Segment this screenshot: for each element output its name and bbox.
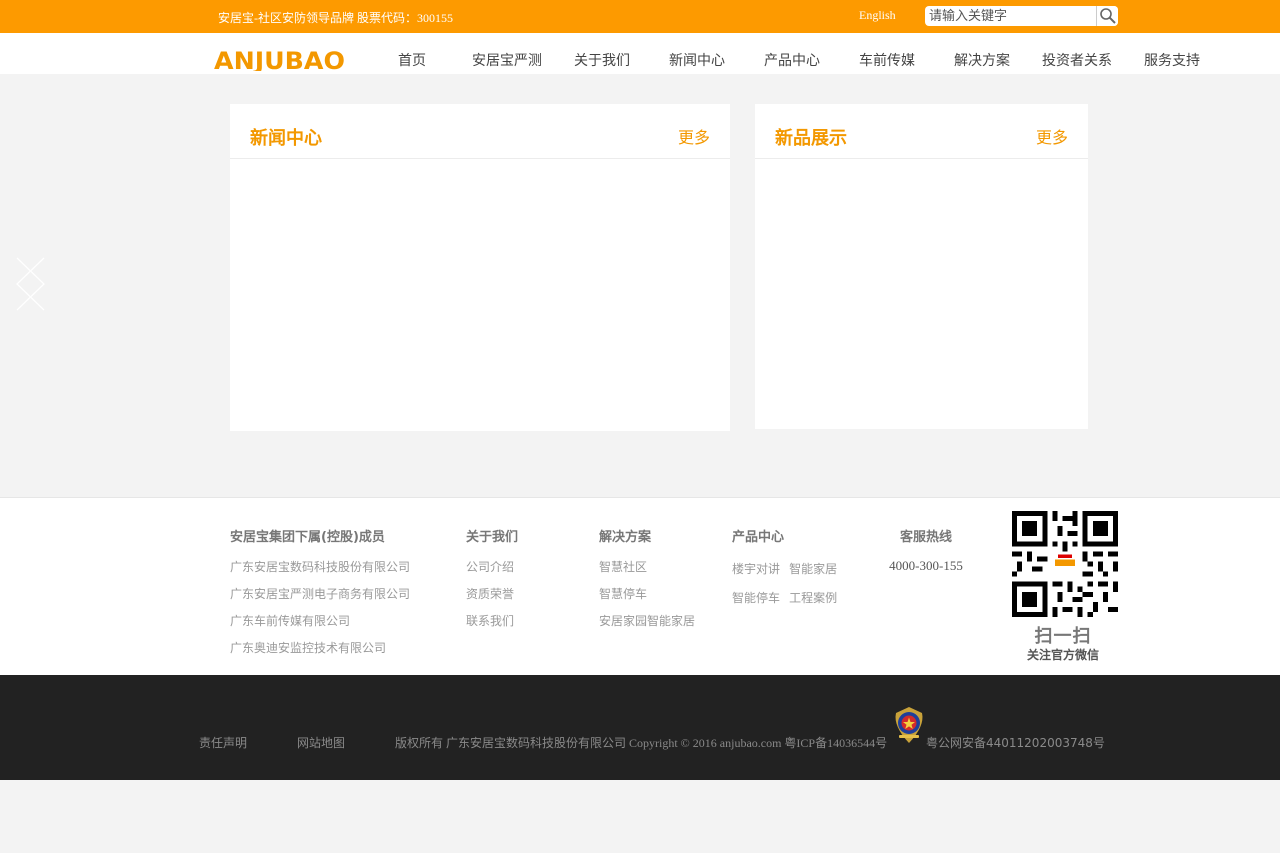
follow-wechat-text: 关注官方微信 <box>1026 648 1099 662</box>
news-center-title: 新闻中心 <box>250 128 322 149</box>
footer-link-aodian-monitoring[interactable]: 广东奥迪安监控技术有限公司 <box>230 639 410 656</box>
news-more-link[interactable]: 更多 <box>678 124 710 148</box>
slider-prev-arrow-icon[interactable] <box>15 256 46 312</box>
police-badge-icon[interactable] <box>891 706 927 744</box>
hotline-number: 4000-300-155 <box>889 558 963 573</box>
nav-investor-relations[interactable]: 投资者关系 <box>1042 50 1112 70</box>
disclaimer-link[interactable]: 责任声明 <box>199 734 247 751</box>
new-products-panel: 新品展示 更多 <box>755 104 1088 429</box>
nav-cheqian-media[interactable]: 车前传媒 <box>859 50 915 70</box>
footer-link-smart-home[interactable]: 安居家园智能家居 <box>599 612 695 629</box>
nav-service-support[interactable]: 服务支持 <box>1144 50 1200 70</box>
footer-link-cheqian-media[interactable]: 广东车前传媒有限公司 <box>230 612 410 629</box>
footer-link-building-intercom[interactable]: 楼宇对讲 <box>732 562 780 576</box>
search-box <box>925 6 1118 26</box>
footer-about-title: 关于我们 <box>466 530 519 545</box>
footer-about: 关于我们 公司介绍 资质荣誉 联系我们 <box>466 526 518 639</box>
footer-products-row: 智能停车 工程案例 <box>732 587 841 606</box>
search-button[interactable] <box>1096 6 1118 26</box>
footer-hotline: 客服热线 4000-300-155 <box>886 526 966 574</box>
products-more-link[interactable]: 更多 <box>1036 124 1068 148</box>
footer-link-contact-us[interactable]: 联系我们 <box>466 612 518 629</box>
panel-divider <box>230 158 730 159</box>
footer-products: 产品中心 楼宇对讲 智能家居 智能停车 工程案例 <box>732 526 841 606</box>
footer-link-smart-community[interactable]: 智慧社区 <box>599 558 695 575</box>
copyright-text: 版权所有 广东安居宝数码科技股份有限公司 Copyright © 2016 an… <box>395 736 888 750</box>
site-footer: 安居宝集团下属(控股)成员 广东安居宝数码科技股份有限公司 广东安居宝严测电子商… <box>0 497 1280 676</box>
nav-news-center[interactable]: 新闻中心 <box>669 50 725 70</box>
english-link[interactable]: English <box>859 8 896 23</box>
sitemap-link[interactable]: 网站地图 <box>297 734 345 751</box>
search-input[interactable] <box>925 6 1093 26</box>
footer-link-smart-parking-product[interactable]: 智能停车 <box>732 591 780 605</box>
footer-products-title: 产品中心 <box>732 530 785 545</box>
footer-link-smart-parking[interactable]: 智慧停车 <box>599 585 695 602</box>
site-header: ANJUBAO 首页 安居宝严测 关于我们 新闻中心 产品中心 车前传媒 解决方… <box>0 33 1280 74</box>
police-record-link[interactable]: 粤公网安备44011202003748号 <box>926 734 1105 751</box>
footer-link-smart-home-product[interactable]: 智能家居 <box>789 562 837 576</box>
news-center-panel: 新闻中心 更多 <box>230 104 730 431</box>
nav-product-center[interactable]: 产品中心 <box>764 50 820 70</box>
search-icon <box>1100 8 1116 24</box>
footer-group-title: 安居宝集团下属(控股)成员 <box>230 530 385 545</box>
footer-link-honors[interactable]: 资质荣誉 <box>466 585 518 602</box>
top-bar: 安居宝-社区安防领导品牌 股票代码：300155 English <box>0 0 1280 33</box>
footer-link-project-cases[interactable]: 工程案例 <box>789 591 837 605</box>
bottom-bar: 责任声明 网站地图 版权所有 广东安居宝数码科技股份有限公司 Copyright… <box>0 675 1280 780</box>
nav-about-us[interactable]: 关于我们 <box>574 50 630 70</box>
footer-solutions-title: 解决方案 <box>599 530 652 545</box>
footer-hotline-title: 客服热线 <box>899 530 952 545</box>
footer-solutions: 解决方案 智慧社区 智慧停车 安居家园智能家居 <box>599 526 695 639</box>
footer-link-anjubao-yance[interactable]: 广东安居宝严测电子商务有限公司 <box>230 585 410 602</box>
footer-link-company-intro[interactable]: 公司介绍 <box>466 558 518 575</box>
nav-anjubao-yance[interactable]: 安居宝严测 <box>472 50 542 70</box>
new-products-title: 新品展示 <box>775 128 847 149</box>
panel-divider <box>755 158 1088 159</box>
nav-home[interactable]: 首页 <box>398 50 426 70</box>
wechat-qr-code <box>1012 511 1118 617</box>
scan-text: 扫一扫 <box>1034 626 1092 647</box>
footer-link-anjubao-digital[interactable]: 广东安居宝数码科技股份有限公司 <box>230 558 410 575</box>
footer-group-members: 安居宝集团下属(控股)成员 广东安居宝数码科技股份有限公司 广东安居宝严测电子商… <box>230 526 410 666</box>
main-nav: 首页 安居宝严测 关于我们 新闻中心 产品中心 车前传媒 解决方案 投资者关系 … <box>0 33 1280 74</box>
nav-solutions[interactable]: 解决方案 <box>954 50 1010 70</box>
footer-products-row: 楼宇对讲 智能家居 <box>732 558 841 577</box>
site-slogan: 安居宝-社区安防领导品牌 股票代码：300155 <box>218 11 453 25</box>
